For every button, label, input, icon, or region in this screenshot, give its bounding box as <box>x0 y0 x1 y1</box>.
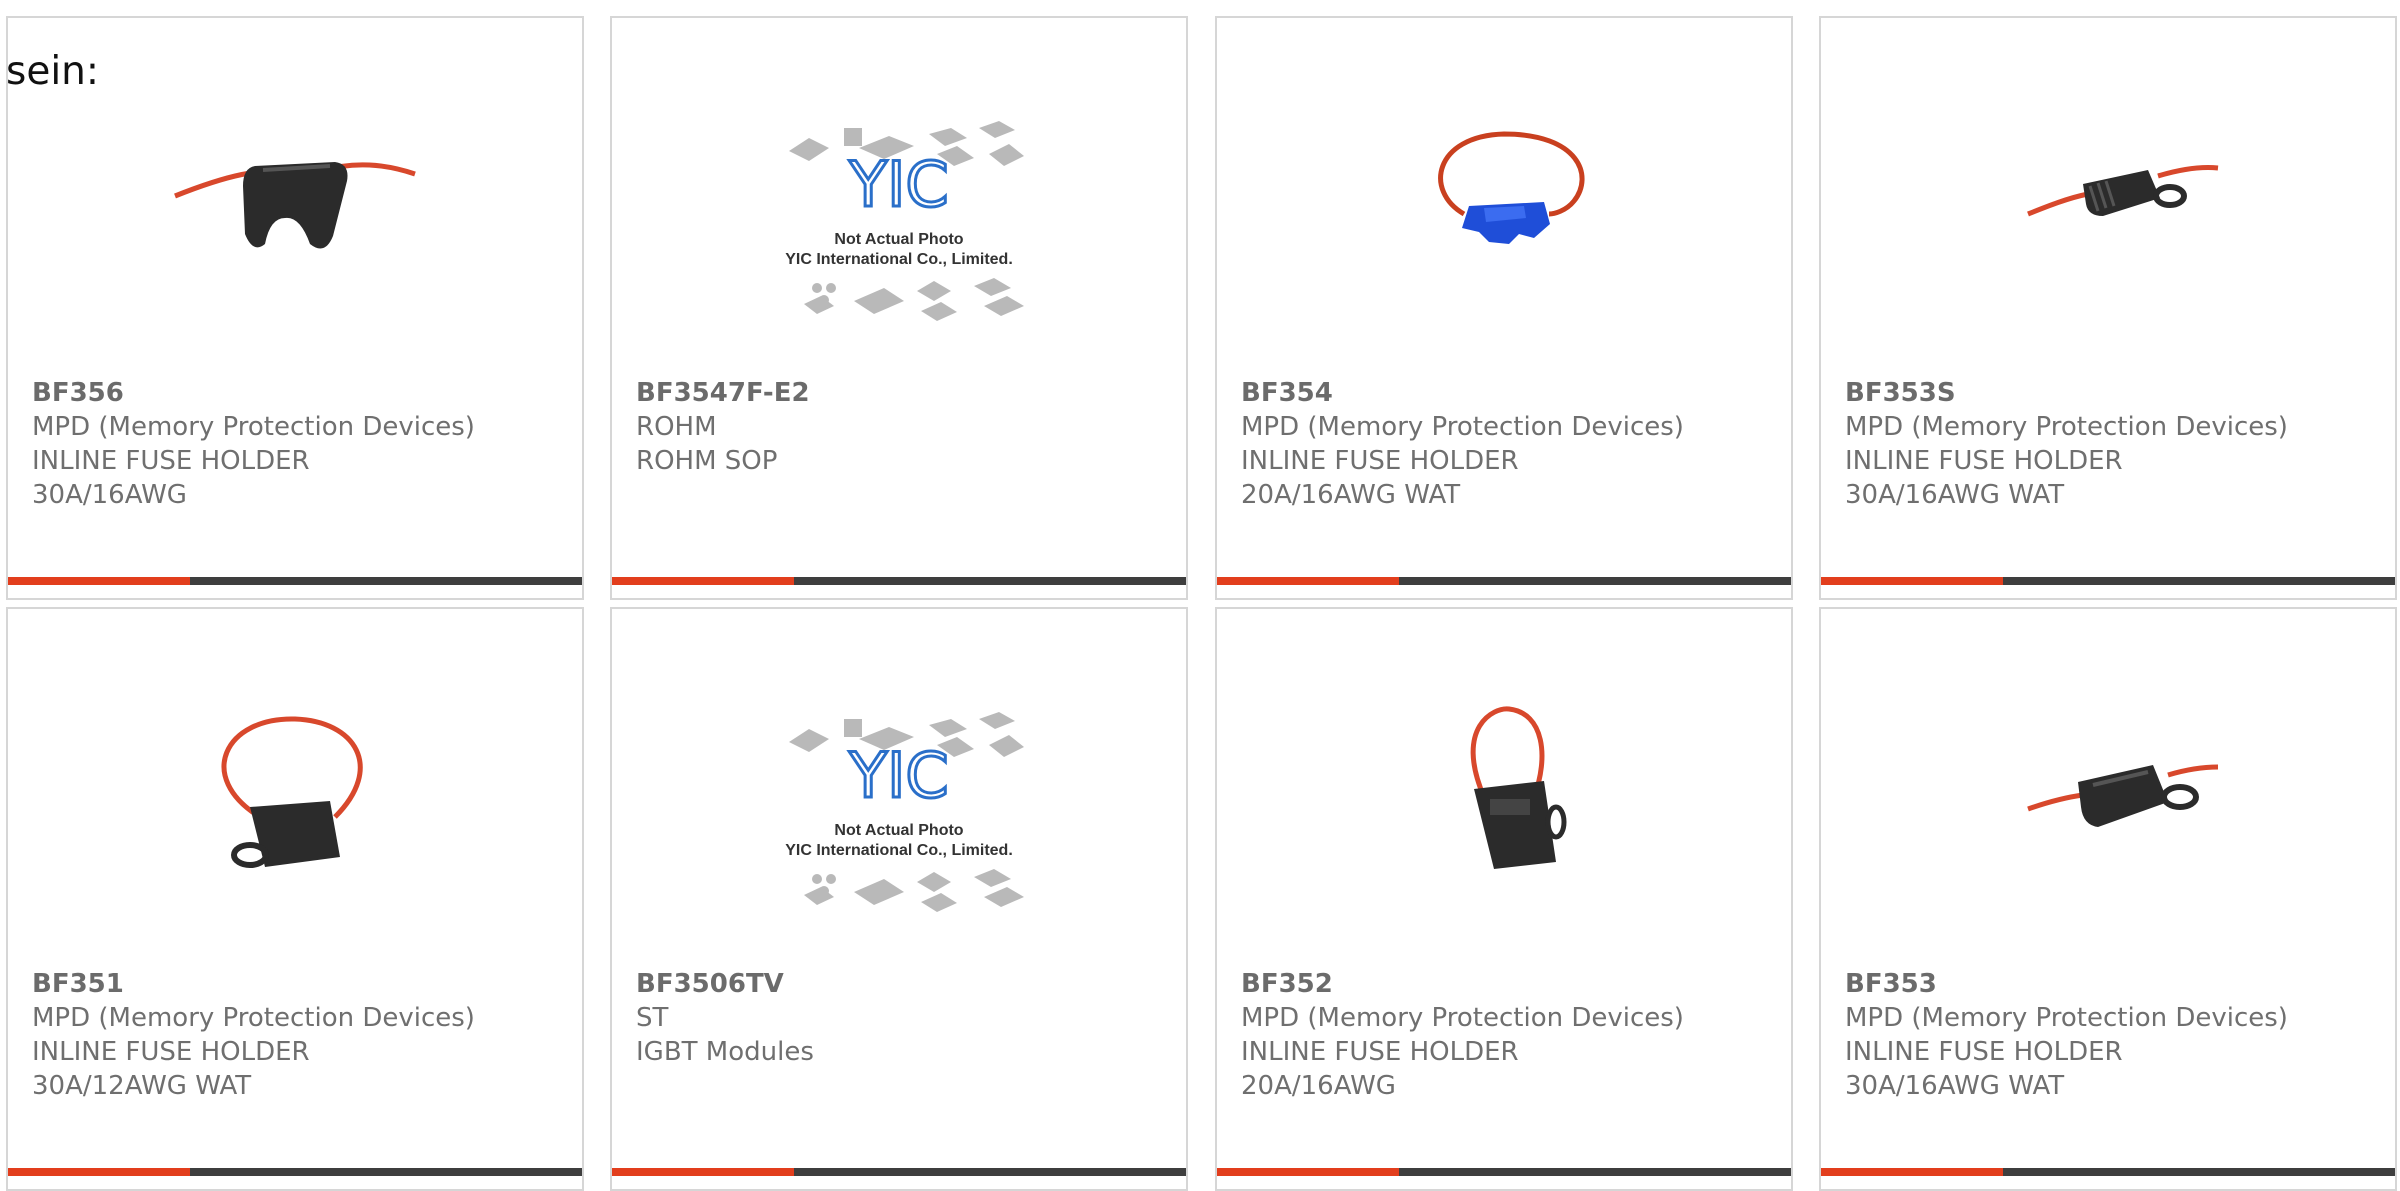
yic-placeholder-icon: YIC Not Actual Photo YIC International C… <box>785 712 1024 912</box>
intro-text: sein: <box>6 49 100 94</box>
card-footer-bar <box>1821 577 2395 585</box>
part-number[interactable]: BF353 <box>1845 967 2385 1001</box>
black-fuse-holder-icon <box>221 716 363 868</box>
product-line-1: ROHM <box>636 412 717 442</box>
card-footer-accent <box>612 577 794 585</box>
product-image[interactable] <box>8 66 582 356</box>
card-footer-bar <box>1217 577 1791 585</box>
product-line-3: 30A/12AWG WAT <box>32 1071 252 1101</box>
black-fuse-holder-icon <box>174 162 416 249</box>
product-line-3: 30A/16AWG <box>32 480 187 510</box>
product-line-3: 30A/16AWG WAT <box>1845 480 2065 510</box>
part-number[interactable]: BF353S <box>1845 376 2385 410</box>
card-footer-accent <box>1821 1168 2003 1176</box>
product-card-bf3547f-e2[interactable]: YIC Not Actual Photo YIC International C… <box>610 16 1188 600</box>
product-line-2: INLINE FUSE HOLDER <box>32 446 310 476</box>
part-number[interactable]: BF3547F-E2 <box>636 376 1176 410</box>
black-fuse-holder-icon <box>2027 165 2219 217</box>
product-image[interactable] <box>1217 657 1791 947</box>
part-number[interactable]: BF354 <box>1241 376 1781 410</box>
product-line-1: MPD (Memory Protection Devices) <box>1241 412 1684 442</box>
product-line-2: INLINE FUSE HOLDER <box>32 1037 310 1067</box>
card-footer-accent <box>8 577 190 585</box>
product-image[interactable] <box>1821 657 2395 947</box>
product-card-bf3506tv[interactable]: YIC Not Actual Photo YIC International C… <box>610 607 1188 1191</box>
product-image[interactable]: YIC Not Actual Photo YIC International C… <box>612 66 1186 356</box>
svg-text:Not Actual Photo: Not Actual Photo <box>834 231 963 248</box>
card-footer-bar <box>1821 1168 2395 1176</box>
product-line-3: 20A/16AWG <box>1241 1071 1396 1101</box>
product-image[interactable]: YIC Not Actual Photo YIC International C… <box>612 657 1186 947</box>
part-number[interactable]: BF3506TV <box>636 967 1176 1001</box>
card-footer-bar <box>8 577 582 585</box>
product-line-2: IGBT Modules <box>636 1037 814 1067</box>
product-card-bf352[interactable]: BF352 MPD (Memory Protection Devices) IN… <box>1215 607 1793 1191</box>
product-line-3: 30A/16AWG WAT <box>1845 1071 2065 1101</box>
product-line-2: INLINE FUSE HOLDER <box>1241 1037 1519 1067</box>
part-number[interactable]: BF356 <box>32 376 572 410</box>
product-line-2: INLINE FUSE HOLDER <box>1845 1037 2123 1067</box>
card-footer-bar <box>8 1168 582 1176</box>
product-line-1: MPD (Memory Protection Devices) <box>1241 1003 1684 1033</box>
svg-text:YIC: YIC <box>848 148 948 221</box>
product-line-1: ST <box>636 1003 669 1033</box>
svg-text:YIC: YIC <box>848 739 948 812</box>
black-fuse-holder-icon <box>2027 764 2219 827</box>
product-line-3: 20A/16AWG WAT <box>1241 480 1461 510</box>
product-image[interactable] <box>1821 66 2395 356</box>
card-footer-accent <box>1217 1168 1399 1176</box>
blue-fuse-holder-icon <box>1438 131 1585 244</box>
svg-text:Not Actual Photo: Not Actual Photo <box>834 822 963 839</box>
part-number[interactable]: BF352 <box>1241 967 1781 1001</box>
product-line-2: INLINE FUSE HOLDER <box>1241 446 1519 476</box>
svg-text:YIC International Co., Limited: YIC International Co., Limited. <box>785 251 1013 268</box>
card-footer-accent <box>1821 577 2003 585</box>
card-footer-accent <box>1217 577 1399 585</box>
product-image[interactable] <box>1217 66 1791 356</box>
part-number[interactable]: BF351 <box>32 967 572 1001</box>
card-footer-accent <box>8 1168 190 1176</box>
card-footer-bar <box>1217 1168 1791 1176</box>
product-card-bf356[interactable]: BF356 MPD (Memory Protection Devices) IN… <box>6 16 584 600</box>
product-card-bf351[interactable]: BF351 MPD (Memory Protection Devices) IN… <box>6 607 584 1191</box>
product-card-bf354[interactable]: BF354 MPD (Memory Protection Devices) IN… <box>1215 16 1793 600</box>
product-line-1: MPD (Memory Protection Devices) <box>1845 1003 2288 1033</box>
product-line-1: MPD (Memory Protection Devices) <box>1845 412 2288 442</box>
product-card-bf353s[interactable]: BF353S MPD (Memory Protection Devices) I… <box>1819 16 2397 600</box>
product-image[interactable] <box>8 657 582 947</box>
product-line-2: INLINE FUSE HOLDER <box>1845 446 2123 476</box>
product-card-bf353[interactable]: BF353 MPD (Memory Protection Devices) IN… <box>1819 607 2397 1191</box>
product-line-2: ROHM SOP <box>636 446 778 476</box>
black-fuse-holder-icon <box>1470 706 1567 869</box>
card-footer-bar <box>612 1168 1186 1176</box>
svg-text:YIC International Co., Limited: YIC International Co., Limited. <box>785 842 1013 859</box>
product-line-1: MPD (Memory Protection Devices) <box>32 1003 475 1033</box>
card-footer-bar <box>612 577 1186 585</box>
card-footer-accent <box>612 1168 794 1176</box>
yic-placeholder-icon: YIC Not Actual Photo YIC International C… <box>785 121 1024 321</box>
product-line-1: MPD (Memory Protection Devices) <box>32 412 475 442</box>
